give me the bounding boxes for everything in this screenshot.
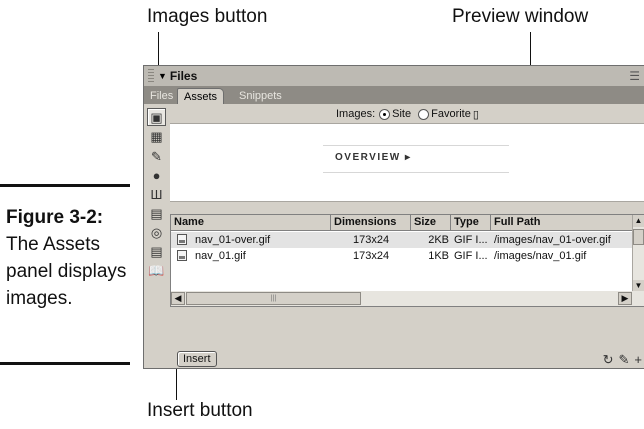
library-icon[interactable]: 📖: [147, 262, 166, 280]
table-row[interactable]: nav_01.gif 173x24 1KB GIF I... /images/n…: [171, 248, 632, 264]
scroll-left-icon[interactable]: ◀: [171, 292, 185, 305]
panel-title: Files: [169, 69, 198, 83]
panel-tabs: Files Assets Snippets: [144, 86, 644, 104]
add-to-favorites-icon[interactable]: +: [634, 352, 642, 368]
row-size: 2KB: [428, 234, 449, 246]
urls-icon[interactable]: ✎: [147, 148, 166, 166]
templates-icon[interactable]: ▤: [147, 243, 166, 261]
favorites-bookmark-icon: ▯: [472, 108, 479, 121]
colors-icon[interactable]: ▦: [147, 128, 166, 146]
scroll-up-icon[interactable]: ▲: [633, 215, 644, 227]
panel-action-icons: ↻ ✎ +: [603, 352, 642, 368]
refresh-icon[interactable]: ↻: [603, 352, 614, 368]
caption-top-rule: [0, 184, 130, 187]
row-type: GIF I...: [454, 234, 488, 246]
scroll-right-icon[interactable]: ▶: [618, 292, 632, 305]
favorites-radio[interactable]: [418, 108, 430, 120]
tab-snippets[interactable]: Snippets: [233, 88, 288, 104]
horizontal-scroll-thumb[interactable]: |||: [186, 292, 361, 305]
favorites-option[interactable]: Favorite ▯: [418, 108, 479, 121]
vertical-scroll-thumb[interactable]: [633, 229, 644, 245]
row-dimensions: 173x24: [353, 250, 390, 262]
column-header-name[interactable]: Name: [171, 215, 331, 230]
collapse-triangle-icon[interactable]: ▼: [158, 71, 167, 81]
tab-assets[interactable]: Assets: [177, 88, 225, 104]
column-header-dimensions[interactable]: Dimensions: [331, 215, 411, 230]
movies-icon[interactable]: ▤: [147, 205, 166, 223]
favorites-option-label: Favorite: [431, 108, 471, 120]
preview-image-text: OVERVIEW ▸: [335, 152, 412, 163]
table-header: Name Dimensions Size Type Full Path: [171, 215, 632, 231]
row-path: /images/nav_01-over.gif: [494, 234, 611, 246]
insert-button[interactable]: Insert: [177, 351, 217, 367]
assets-table: Name Dimensions Size Type Full Path nav_…: [170, 214, 644, 293]
scripts-icon[interactable]: ◎: [147, 224, 166, 242]
panel-options-icon[interactable]: ☰: [629, 69, 640, 83]
caption-bottom-rule: [0, 362, 130, 365]
row-type: GIF I...: [454, 250, 488, 262]
figure-caption-text: The Assets panel displays images.: [6, 234, 127, 309]
drag-grip-icon[interactable]: [148, 69, 154, 83]
preview-window: OVERVIEW ▸: [170, 123, 644, 202]
table-row[interactable]: nav_01-over.gif 173x24 2KB GIF I... /ima…: [171, 232, 632, 248]
insert-button-leader-line: [176, 368, 177, 400]
vertical-scrollbar[interactable]: ▲ ▼: [632, 215, 644, 292]
column-header-full-path[interactable]: Full Path: [491, 215, 632, 230]
tab-files[interactable]: Files: [144, 88, 179, 104]
row-name: nav_01-over.gif: [195, 234, 271, 246]
site-option[interactable]: Site: [379, 108, 411, 120]
row-path: /images/nav_01.gif: [494, 250, 587, 262]
preview-window-callout: Preview window: [452, 6, 589, 27]
row-name: nav_01.gif: [195, 250, 246, 262]
row-name-cell: nav_01-over.gif: [171, 234, 331, 246]
image-file-icon: [177, 250, 187, 261]
panel-titlebar[interactable]: ▼ Files ☰: [144, 66, 644, 87]
row-dimensions: 173x24: [353, 234, 390, 246]
site-option-label: Site: [392, 108, 412, 120]
edit-icon[interactable]: ✎: [619, 352, 630, 368]
flash-icon[interactable]: ●: [147, 167, 166, 185]
figure-caption: Figure 3-2: The Assets panel displays im…: [6, 204, 130, 312]
asset-category-bar: ▣ ▦ ✎ ● Ш ▤ ◎ ▤ 📖: [144, 104, 168, 334]
column-header-type[interactable]: Type: [451, 215, 491, 230]
images-filter-label: Images:: [336, 108, 376, 120]
insert-button-callout: Insert button: [147, 400, 253, 421]
assets-panel: ▼ Files ☰ Files Assets Snippets ▣ ▦ ✎ ● …: [143, 65, 644, 369]
images-icon[interactable]: ▣: [147, 108, 166, 126]
column-header-size[interactable]: Size: [411, 215, 451, 230]
row-size: 1KB: [428, 250, 449, 262]
images-button-callout: Images button: [147, 6, 268, 27]
site-radio[interactable]: [379, 108, 391, 120]
preview-image: OVERVIEW ▸: [323, 145, 509, 173]
figure-number: Figure 3-2:: [6, 207, 104, 228]
row-name-cell: nav_01.gif: [171, 250, 331, 262]
images-filter: Images: Site Favorite ▯: [336, 106, 482, 122]
image-file-icon: [177, 234, 187, 245]
horizontal-scrollbar[interactable]: ◀ ||| ▶: [170, 291, 644, 307]
shockwave-icon[interactable]: Ш: [147, 186, 166, 204]
